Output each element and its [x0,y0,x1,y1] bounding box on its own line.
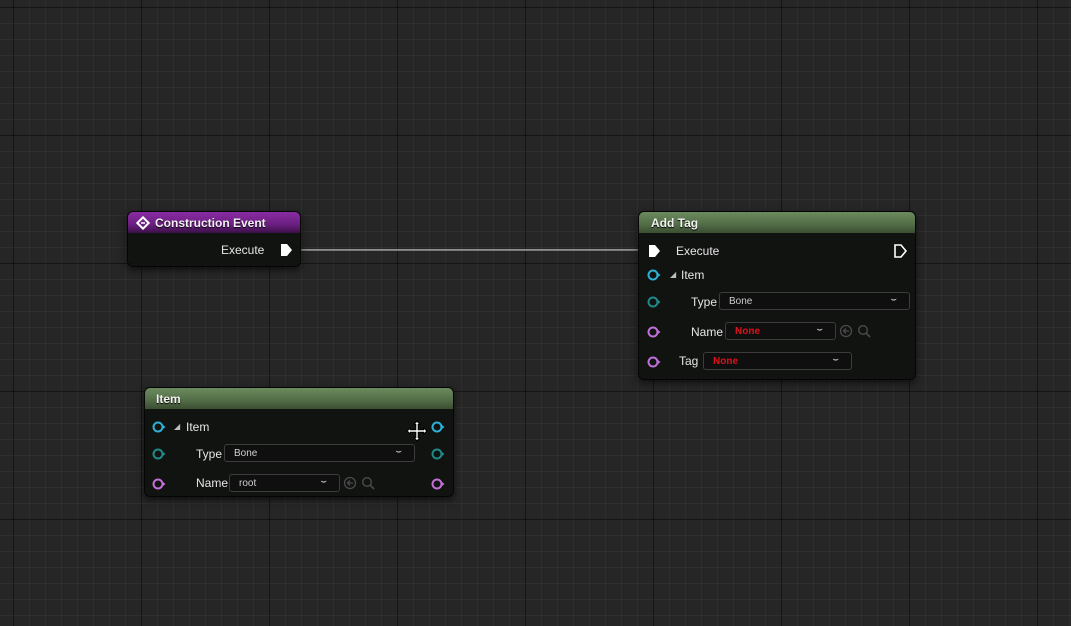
exec-pin-icon[interactable] [279,243,293,257]
event-diamond-icon [136,215,150,230]
type-out-pin-icon[interactable] [431,447,445,461]
item-node-type-label: Type [196,447,223,461]
add-tag-name-dropdown[interactable]: None ⌣ [725,322,836,340]
use-selected-arrow-icon[interactable] [839,324,853,338]
add-tag-type-label: Type [691,295,718,309]
item-node-type-dropdown[interactable]: Bone ⌣ [224,444,415,462]
add-tag-item-label: Item [681,268,705,282]
use-selected-arrow-icon[interactable] [343,476,357,490]
add-tag-header[interactable]: Add Tag [639,212,915,233]
add-tag-name-label: Name [691,325,724,339]
expand-triangle-icon[interactable]: ◢ [670,270,676,279]
exec-in-pin-icon[interactable] [647,244,661,258]
construction-event-header[interactable]: Construction Event [128,212,300,233]
item-node-title: Item [156,391,181,406]
chevron-down-icon: ⌣ [890,294,897,305]
add-tag-execute-label: Execute [676,244,720,258]
exec-out-pin-icon[interactable] [893,244,907,258]
type-pin-icon[interactable] [647,295,661,309]
chevron-down-icon: ⌣ [320,476,327,487]
name-out-pin-icon[interactable] [431,477,445,491]
tag-pin-icon[interactable] [647,355,661,369]
move-cursor-icon [406,420,428,442]
expand-triangle-icon[interactable]: ◢ [174,422,180,431]
search-icon[interactable] [857,324,871,338]
add-tag-tag-dropdown[interactable]: None ⌣ [703,352,852,370]
construction-event-execute-label: Execute [221,243,265,257]
item-node-name-label: Name [196,476,229,490]
construction-event-title: Construction Event [155,215,266,230]
add-tag-tag-value: None [713,355,738,367]
chevron-down-icon: ⌣ [816,324,823,335]
add-tag-tag-label: Tag [679,354,699,368]
item-node[interactable]: Item ◢ Item Type Bone ⌣ Name root ⌣ [144,387,454,497]
add-tag-title: Add Tag [651,215,699,230]
type-in-pin-icon[interactable] [152,447,166,461]
search-icon[interactable] [361,476,375,490]
add-tag-type-dropdown[interactable]: Bone ⌣ [719,292,910,310]
item-node-type-value: Bone [234,447,258,459]
item-node-name-dropdown[interactable]: root ⌣ [229,474,340,492]
graph-canvas[interactable]: Construction Event Execute Add Tag Execu… [0,0,1071,626]
struct-in-pin-icon[interactable] [152,420,166,434]
add-tag-type-value: Bone [729,295,753,307]
chevron-down-icon: ⌣ [395,446,402,457]
exec-wire[interactable] [300,249,640,251]
name-pin-icon[interactable] [647,325,661,339]
item-node-header[interactable]: Item [145,388,453,409]
struct-out-pin-icon[interactable] [431,420,445,434]
item-node-item-label: Item [186,420,210,434]
struct-pin-icon[interactable] [647,268,661,282]
construction-event-node[interactable]: Construction Event Execute [127,211,301,267]
add-tag-node[interactable]: Add Tag Execute ◢ Item Type Bone ⌣ Name … [638,211,916,380]
name-in-pin-icon[interactable] [152,477,166,491]
chevron-down-icon: ⌣ [832,354,839,365]
